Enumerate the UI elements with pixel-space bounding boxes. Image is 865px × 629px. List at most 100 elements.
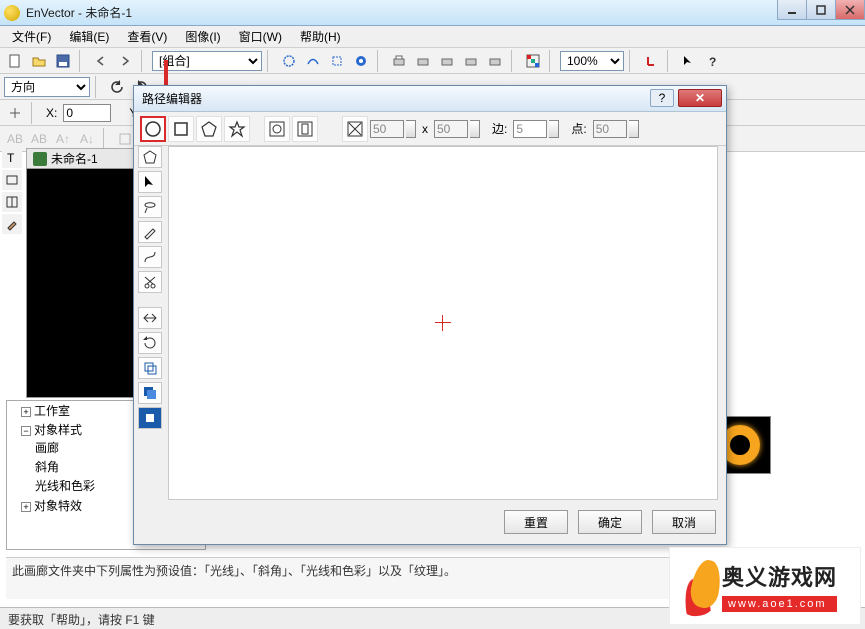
shape-symbol2-button[interactable] bbox=[292, 116, 318, 142]
redo-small-button[interactable] bbox=[114, 50, 136, 72]
doc-icon bbox=[33, 152, 47, 166]
window-controls bbox=[778, 0, 865, 20]
menubar: 文件(F) 编辑(E) 查看(V) 图像(I) 窗口(W) 帮助(H) bbox=[0, 26, 865, 48]
dialog-canvas[interactable] bbox=[168, 146, 718, 500]
cancel-button[interactable]: 取消 bbox=[652, 510, 716, 534]
menu-window[interactable]: 窗口(W) bbox=[231, 26, 290, 47]
lt-text-icon[interactable]: T bbox=[2, 148, 22, 168]
left-toolbar: T bbox=[2, 148, 24, 234]
sides-label: 边: bbox=[492, 120, 507, 137]
minimize-button[interactable] bbox=[777, 0, 807, 20]
status-hint-text: 此画廊文件夹中下列属性为预设值：「光线」、「斜角」、「光线和色彩」以及「纹理」。 bbox=[12, 562, 456, 595]
tool-c[interactable] bbox=[326, 50, 348, 72]
shape-circle-button[interactable] bbox=[140, 116, 166, 142]
print4-button[interactable] bbox=[460, 50, 482, 72]
tool-a[interactable] bbox=[278, 50, 300, 72]
close-button[interactable] bbox=[835, 0, 865, 20]
ok-button[interactable]: 确定 bbox=[578, 510, 642, 534]
dlt-pointer-icon[interactable] bbox=[138, 171, 162, 193]
dim1-spin[interactable] bbox=[406, 120, 416, 138]
dlt-hflip-icon[interactable] bbox=[138, 307, 162, 329]
dim2-spin[interactable] bbox=[470, 120, 480, 138]
crosshair-icon bbox=[435, 315, 451, 331]
save-button[interactable] bbox=[52, 50, 74, 72]
undo-button[interactable] bbox=[106, 76, 128, 98]
dlt-copy-icon[interactable] bbox=[138, 357, 162, 379]
sides-spin[interactable] bbox=[549, 120, 559, 138]
menu-image[interactable]: 图像(I) bbox=[177, 26, 228, 47]
shape-cross-button[interactable] bbox=[342, 116, 368, 142]
x-sep: x bbox=[422, 122, 428, 136]
dlt-curve-icon[interactable] bbox=[138, 246, 162, 268]
dialog-titlebar[interactable]: 路径编辑器 ? ✕ bbox=[134, 86, 726, 112]
lt-rect-icon[interactable] bbox=[2, 170, 22, 190]
text-a1: AB bbox=[4, 128, 26, 150]
svg-text:?: ? bbox=[709, 55, 716, 68]
menu-view[interactable]: 查看(V) bbox=[119, 26, 175, 47]
group-combo[interactable]: [组合] bbox=[152, 51, 262, 71]
new-button[interactable] bbox=[4, 50, 26, 72]
help-button[interactable]: ? bbox=[702, 50, 724, 72]
flame-icon bbox=[674, 556, 716, 616]
snap-button[interactable] bbox=[4, 102, 26, 124]
undo-small-button[interactable] bbox=[90, 50, 112, 72]
print3-button[interactable] bbox=[436, 50, 458, 72]
direction-combo[interactable]: 方向 bbox=[4, 77, 90, 97]
menu-help[interactable]: 帮助(H) bbox=[292, 26, 349, 47]
icon-x[interactable] bbox=[640, 50, 662, 72]
text-a2: AB bbox=[28, 128, 50, 150]
sides-input[interactable] bbox=[513, 120, 547, 138]
dim1-input[interactable] bbox=[370, 120, 404, 138]
dialog-help-button[interactable]: ? bbox=[650, 89, 674, 107]
reset-button[interactable]: 重置 bbox=[504, 510, 568, 534]
window-title: EnVector - 未命名-1 bbox=[26, 4, 132, 21]
dlt-scissors-icon[interactable] bbox=[138, 271, 162, 293]
tool-d[interactable] bbox=[350, 50, 372, 72]
shape-star-button[interactable] bbox=[224, 116, 250, 142]
dialog-close-button[interactable]: ✕ bbox=[678, 89, 722, 107]
x-input[interactable] bbox=[63, 104, 111, 122]
doc-tab-label: 未命名-1 bbox=[51, 150, 98, 167]
dim2-input[interactable] bbox=[434, 120, 468, 138]
svg-text:T: T bbox=[7, 151, 15, 165]
app-icon bbox=[4, 5, 20, 21]
lt-brush-icon[interactable] bbox=[2, 214, 22, 234]
dialog-title: 路径编辑器 bbox=[142, 90, 202, 107]
print1-button[interactable] bbox=[388, 50, 410, 72]
color-button[interactable] bbox=[522, 50, 544, 72]
print2-button[interactable] bbox=[412, 50, 434, 72]
text-a4: A↓ bbox=[76, 128, 98, 150]
watermark-title: 奥义游戏网 bbox=[722, 560, 837, 592]
zoom-combo[interactable]: 100% bbox=[560, 51, 624, 71]
points-label: 点: bbox=[571, 120, 586, 137]
menu-file[interactable]: 文件(F) bbox=[4, 26, 59, 47]
lt-book-icon[interactable] bbox=[2, 192, 22, 212]
dialog-toolbar: x 边: 点: bbox=[134, 112, 726, 146]
dlt-pen-icon[interactable] bbox=[138, 221, 162, 243]
watermark: 奥义游戏网 www.aoe1.com bbox=[669, 547, 861, 625]
menu-edit[interactable]: 编辑(E) bbox=[61, 26, 117, 47]
titlebar: EnVector - 未命名-1 bbox=[0, 0, 865, 26]
open-button[interactable] bbox=[28, 50, 50, 72]
dlt-fill-icon[interactable] bbox=[138, 407, 162, 429]
cursor-help-button[interactable] bbox=[678, 50, 700, 72]
text-a3: A↑ bbox=[52, 128, 74, 150]
watermark-url: www.aoe1.com bbox=[722, 596, 837, 612]
dlt-lasso-icon[interactable] bbox=[138, 196, 162, 218]
shape-symbol1-button[interactable] bbox=[264, 116, 290, 142]
toolbar-1: [组合] 100% ? bbox=[0, 48, 865, 74]
dialog-buttons: 重置 确定 取消 bbox=[504, 510, 716, 534]
x-label: X: bbox=[46, 106, 57, 120]
dlt-layers-icon[interactable] bbox=[138, 382, 162, 404]
shape-square-button[interactable] bbox=[168, 116, 194, 142]
points-input[interactable] bbox=[593, 120, 627, 138]
path-editor-dialog: 路径编辑器 ? ✕ x 边: 点: bbox=[133, 85, 727, 545]
maximize-button[interactable] bbox=[806, 0, 836, 20]
dialog-left-tools bbox=[138, 146, 164, 429]
shape-pentagon-button[interactable] bbox=[196, 116, 222, 142]
print5-button[interactable] bbox=[484, 50, 506, 72]
points-spin[interactable] bbox=[629, 120, 639, 138]
tool-b[interactable] bbox=[302, 50, 324, 72]
dlt-polygon-icon[interactable] bbox=[138, 146, 162, 168]
dlt-rotate-icon[interactable] bbox=[138, 332, 162, 354]
